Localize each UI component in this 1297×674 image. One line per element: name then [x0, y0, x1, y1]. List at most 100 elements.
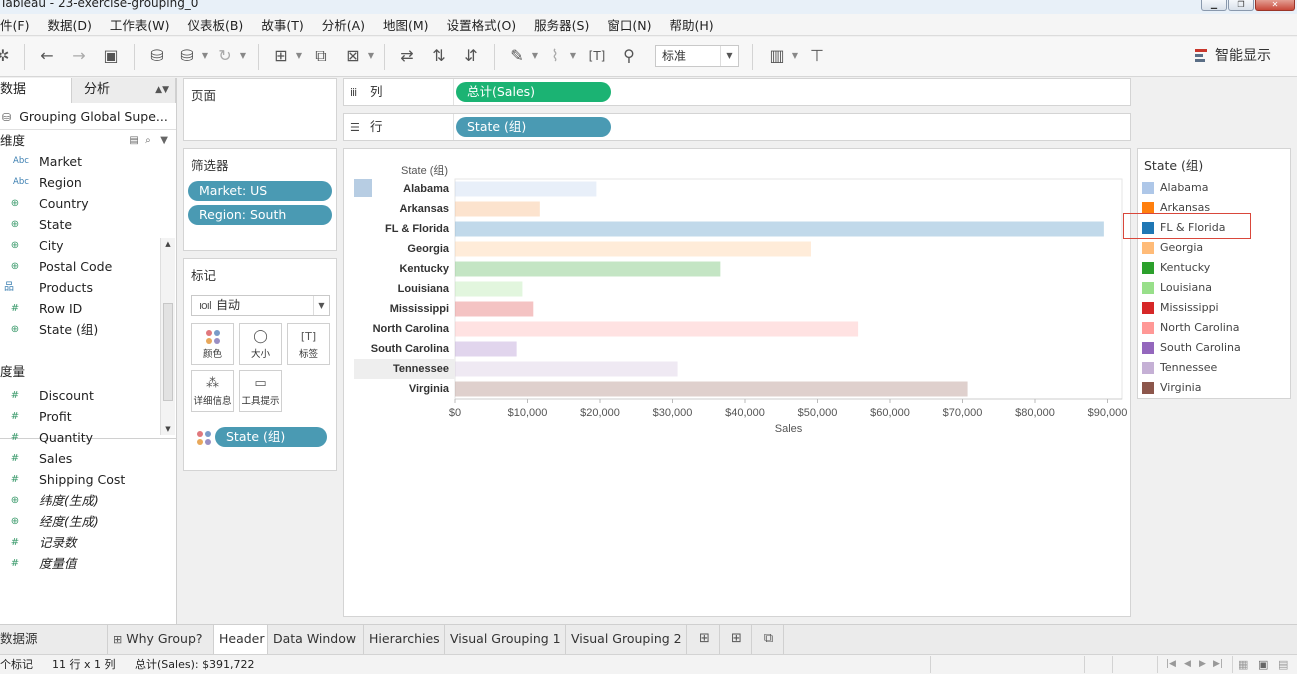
- filters-card[interactable]: 筛选器 Market: US Region: South: [183, 148, 337, 251]
- menu-item-3[interactable]: 仪表板(B): [178, 15, 252, 34]
- new-worksheet-icon[interactable]: ⊞: [270, 45, 292, 67]
- filmstrip-view-icon[interactable]: ▣: [1258, 655, 1268, 674]
- new-story-icon[interactable]: ⧉: [754, 625, 784, 654]
- bar[interactable]: [455, 181, 597, 197]
- row-label[interactable]: Mississippi: [390, 303, 449, 315]
- show-cards-icon[interactable]: ▥: [766, 45, 788, 67]
- prev-page-icon[interactable]: ◀: [1184, 655, 1191, 674]
- tab-hierarchies[interactable]: Hierarchies: [364, 625, 445, 654]
- swap-rows-columns-icon[interactable]: ⇄: [396, 45, 418, 67]
- field-item[interactable]: # Shipping Cost: [0, 469, 176, 490]
- minimize-button[interactable]: ▁: [1201, 0, 1227, 11]
- smart-show-button[interactable]: 智能显示: [1195, 45, 1271, 67]
- bar[interactable]: [455, 361, 678, 377]
- tab-data-window[interactable]: Data Window: [268, 625, 364, 654]
- field-item[interactable]: Abc Market: [0, 151, 176, 172]
- grid-view-icon[interactable]: ▦: [1238, 655, 1248, 674]
- field-item[interactable]: # Sales: [0, 448, 176, 469]
- highlight-dropdown-icon[interactable]: ▼: [530, 45, 540, 67]
- field-item[interactable]: ⊕ Postal Code: [0, 256, 176, 277]
- field-item[interactable]: ⊕ 纬度(生成): [0, 490, 176, 511]
- save-icon[interactable]: ▣: [100, 45, 122, 67]
- field-item[interactable]: ⊕ State: [0, 214, 176, 235]
- bar[interactable]: [455, 301, 534, 317]
- pause-updates-icon[interactable]: ⛁: [176, 45, 198, 67]
- new-dashboard-icon[interactable]: ⊞: [722, 625, 752, 654]
- group-members-icon[interactable]: ⌇: [544, 45, 566, 67]
- filter-pill-region[interactable]: Region: South: [188, 205, 332, 225]
- row-label[interactable]: Georgia: [407, 243, 449, 255]
- sort-ascending-icon[interactable]: ⇅: [428, 45, 450, 67]
- show-cards-dropdown-icon[interactable]: ▼: [790, 45, 800, 67]
- viz-area[interactable]: State (组) Alabama Arkansas FL & Florida Geor…: [343, 148, 1131, 617]
- row-label[interactable]: FL & Florida: [385, 223, 450, 235]
- menu-item-4[interactable]: 故事(T): [252, 15, 312, 34]
- menu-item-0[interactable]: 件(F): [0, 15, 38, 34]
- last-page-icon[interactable]: ▶|: [1213, 655, 1223, 674]
- columns-shelf[interactable]: iii 列 总计(Sales): [343, 78, 1131, 106]
- rows-shelf[interactable]: ☰ 行 State (组): [343, 113, 1131, 141]
- show-labels-icon[interactable]: [T]: [586, 45, 608, 67]
- menu-item-10[interactable]: 帮助(H): [660, 15, 722, 34]
- tab-visual-grouping-2[interactable]: Visual Grouping 2: [566, 625, 687, 654]
- field-item[interactable]: ⊕ 经度(生成): [0, 511, 176, 532]
- refresh-icon[interactable]: ↻: [214, 45, 236, 67]
- tab-why-group[interactable]: ⊞ Why Group?: [108, 625, 214, 654]
- menu-item-5[interactable]: 分析(A): [313, 15, 374, 34]
- scroll-up-icon[interactable]: ▲: [161, 240, 175, 248]
- bar[interactable]: [455, 241, 811, 257]
- chevron-down-icon[interactable]: ▼: [160, 135, 168, 146]
- clear-sheet-icon[interactable]: ⊠: [342, 45, 364, 67]
- sort-icon[interactable]: ▲▼: [155, 78, 169, 102]
- tab-data[interactable]: 数据: [0, 78, 72, 103]
- rows-pill-state-group[interactable]: State (组): [456, 117, 611, 137]
- search-icon[interactable]: ⌕: [145, 135, 151, 146]
- clear-sheet-dropdown-icon[interactable]: ▼: [366, 45, 376, 67]
- menu-item-7[interactable]: 设置格式(O): [438, 15, 526, 34]
- row-label[interactable]: South Carolina: [371, 343, 450, 355]
- sort-descending-icon[interactable]: ⇵: [460, 45, 482, 67]
- menu-item-8[interactable]: 服务器(S): [525, 15, 598, 34]
- bar[interactable]: [455, 321, 859, 337]
- row-label[interactable]: Kentucky: [399, 263, 449, 275]
- columns-pill-sales[interactable]: 总计(Sales): [456, 82, 611, 102]
- field-item[interactable]: ⊕ Country: [0, 193, 176, 214]
- field-item[interactable]: ⊕ State (组): [0, 319, 176, 339]
- tab-header[interactable]: Header: [214, 625, 268, 654]
- menu-item-9[interactable]: 窗口(N): [598, 15, 660, 34]
- restore-button[interactable]: ❐: [1228, 0, 1254, 11]
- row-label[interactable]: North Carolina: [373, 323, 450, 335]
- duplicate-sheet-icon[interactable]: ⧉: [310, 45, 332, 67]
- menu-item-2[interactable]: 工作表(W): [101, 15, 179, 34]
- tab-analysis[interactable]: 分析 ▲▼: [72, 78, 176, 103]
- row-label[interactable]: Arkansas: [399, 203, 449, 215]
- field-item[interactable]: # Profit: [0, 406, 176, 427]
- pause-updates-dropdown-icon[interactable]: ▼: [200, 45, 210, 67]
- label-button[interactable]: [T] 标签: [287, 323, 330, 365]
- pages-card[interactable]: 页面: [183, 78, 337, 141]
- row-label[interactable]: Louisiana: [398, 283, 450, 295]
- fit-select[interactable]: 标准 ▼: [655, 45, 739, 67]
- tooltip-button[interactable]: ▭ 工具提示: [239, 370, 282, 412]
- row-label[interactable]: Tennessee: [393, 363, 449, 375]
- next-page-icon[interactable]: ▶: [1199, 655, 1206, 674]
- refresh-dropdown-icon[interactable]: ▼: [238, 45, 248, 67]
- field-item[interactable]: # 记录数: [0, 532, 176, 553]
- fix-axes-icon[interactable]: ⚲: [618, 45, 640, 67]
- undo-icon[interactable]: ←: [36, 45, 58, 67]
- menu-item-1[interactable]: 数据(D): [38, 15, 100, 34]
- field-item[interactable]: 品 Products: [0, 277, 176, 298]
- redo-icon[interactable]: →: [68, 45, 90, 67]
- tab-visual-grouping-1[interactable]: Visual Grouping 1: [445, 625, 566, 654]
- highlight-icon[interactable]: ✎: [506, 45, 528, 67]
- field-item[interactable]: # Row ID: [0, 298, 176, 319]
- list-view-icon[interactable]: ▤: [1278, 655, 1288, 674]
- bar[interactable]: [455, 201, 540, 217]
- filter-pill-market[interactable]: Market: US: [188, 181, 332, 201]
- bar[interactable]: [455, 341, 517, 357]
- field-item[interactable]: # Quantity: [0, 427, 176, 448]
- detail-button[interactable]: ⁂ 详细信息: [191, 370, 234, 412]
- close-button[interactable]: ✕: [1255, 0, 1295, 11]
- color-field-pill[interactable]: State (组): [215, 427, 327, 447]
- tableau-logo-icon[interactable]: ✲: [0, 45, 12, 67]
